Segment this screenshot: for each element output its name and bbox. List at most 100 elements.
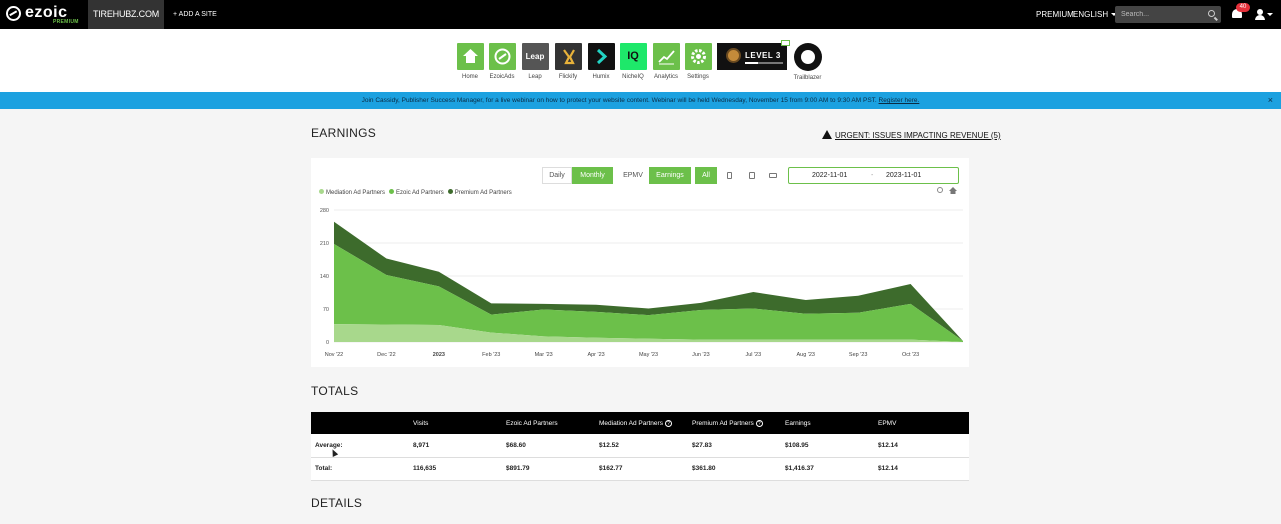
help-icon[interactable]: ?	[664, 419, 672, 427]
x-tick-label: Oct '23	[902, 352, 919, 358]
totals-header-row: Visits Ezoic Ad Partners Mediation Ad Pa…	[311, 412, 969, 434]
level-progress-fill	[745, 62, 759, 64]
webinar-banner: Join Cassidy, Publisher Success Manager,…	[0, 92, 1281, 109]
app-humix[interactable]: Humix	[587, 43, 615, 80]
table-cell: $162.77	[595, 457, 688, 481]
earnings-area-chart: 0 70 140 210 280 Nov '22 Dec '22 2023 Feb '23 Mar…	[320, 208, 963, 358]
earnings-heading: EARNINGS	[311, 126, 377, 140]
y-tick-label: 70	[323, 307, 329, 313]
row-label: Total:	[311, 457, 409, 481]
user-menu-chevron-icon[interactable]	[1267, 13, 1273, 16]
site-tab[interactable]: TIREHUBZ.COM	[88, 0, 164, 29]
analytics-icon	[657, 50, 675, 65]
banner-text: Join Cassidy, Publisher Success Manager,…	[361, 97, 877, 104]
table-cell: $12.14	[874, 457, 969, 481]
toggle-daily[interactable]: Daily	[542, 167, 572, 184]
app-analytics[interactable]: Analytics	[652, 43, 680, 80]
ezoic-logo-icon	[6, 6, 21, 21]
table-cell: $108.95	[781, 434, 874, 458]
table-cell: $12.52	[595, 434, 688, 458]
language-dropdown[interactable]: ENGLISH	[1073, 0, 1118, 29]
add-site-link[interactable]: + ADD A SITE	[173, 0, 217, 29]
legend-dot-icon	[447, 189, 453, 194]
table-cell: $12.14	[874, 434, 969, 458]
header-visits: Visits	[409, 412, 502, 434]
app-ezoicads[interactable]: EzoicAds	[488, 43, 516, 80]
toggle-earnings[interactable]: Earnings	[649, 167, 691, 184]
app-bar: Home EzoicAds Leap Leap Flickify Humix I…	[0, 29, 1281, 92]
app-home[interactable]: Home	[456, 43, 484, 80]
nicheiq-logo: IQ	[627, 50, 639, 62]
app-leap[interactable]: Leap Leap	[521, 43, 549, 80]
humix-icon	[596, 48, 607, 65]
toggle-epmv[interactable]: EPMV	[618, 167, 648, 184]
level-mail-icon[interactable]	[781, 40, 790, 46]
flickify-icon	[562, 49, 575, 65]
app-settings[interactable]: Settings	[684, 43, 712, 80]
toggle-all[interactable]: All	[695, 167, 717, 184]
ezoic-logo[interactable]: ezoic PREMIUM	[6, 3, 78, 25]
legend-dot-icon	[389, 189, 395, 194]
legend-item[interactable]: Mediation Ad Partners	[319, 189, 385, 196]
warning-icon	[822, 130, 832, 139]
mobile-device-icon[interactable]	[727, 172, 732, 179]
table-cell: 8,971	[409, 434, 502, 458]
search-box[interactable]	[1115, 6, 1221, 23]
notification-count-badge: 40	[1236, 3, 1250, 12]
chart-legend: Mediation Ad Partners Ezoic Ad Partners Pr…	[319, 189, 516, 196]
app-trailblazer[interactable]: Trailblazer	[793, 43, 822, 81]
header-earnings: Earnings	[781, 412, 874, 434]
table-cell: 116,635	[409, 457, 502, 481]
help-icon[interactable]: ?	[755, 419, 763, 427]
legend-label: Mediation Ad Partners	[326, 190, 386, 196]
close-icon[interactable]: ×	[1268, 92, 1273, 109]
table-row: Total: 116,635 $891.79 $162.77 $361.80 $…	[311, 457, 969, 481]
legend-item[interactable]: Premium Ad Partners	[447, 189, 512, 196]
level-progress-bar	[745, 62, 783, 64]
x-tick-label: Apr '23	[587, 352, 604, 358]
table-cell: $68.60	[502, 434, 595, 458]
x-tick-label: 2023	[433, 352, 445, 358]
legend-item[interactable]: Ezoic Ad Partners	[389, 189, 444, 196]
earnings-chart-card: Daily Monthly EPMV Earnings All 2022-11-…	[311, 158, 969, 367]
level-medal-icon	[726, 48, 741, 63]
header-ezoic-ad-partners: Ezoic Ad Partners	[502, 412, 595, 434]
x-tick-label: Aug '23	[797, 352, 815, 358]
x-tick-label: Jul '23	[745, 352, 761, 358]
header-premium-ad-partners: Premium Ad Partners?	[688, 412, 781, 434]
ezoicads-icon	[494, 48, 510, 65]
legend-label: Premium Ad Partners	[454, 190, 512, 196]
table-cell: $891.79	[502, 457, 595, 481]
header-mediation-ad-partners: Mediation Ad Partners?	[595, 412, 688, 434]
totals-table: Visits Ezoic Ad Partners Mediation Ad Pa…	[311, 412, 969, 481]
user-avatar-icon[interactable]	[1254, 9, 1266, 21]
language-label: ENGLISH	[1073, 10, 1109, 19]
premium-link[interactable]: PREMIUM	[1036, 0, 1074, 29]
app-nicheiq[interactable]: IQ NicheIQ	[619, 43, 647, 80]
date-range-picker[interactable]: 2022-11-01 - 2023-11-01	[788, 167, 959, 184]
search-icon[interactable]	[1208, 10, 1215, 17]
register-link[interactable]: Register here.	[879, 97, 920, 104]
urgent-issues-link[interactable]: URGENT: ISSUES IMPACTING REVENUE (5)	[822, 130, 1001, 140]
header-epmv: EPMV	[874, 412, 969, 434]
search-input[interactable]	[1121, 6, 1201, 23]
date-to[interactable]: 2023-11-01	[886, 172, 921, 179]
trailblazer-icon	[793, 43, 822, 71]
home-icon	[462, 49, 478, 63]
tablet-device-icon[interactable]	[749, 172, 755, 179]
reset-zoom-home-icon[interactable]	[949, 187, 957, 194]
desktop-device-icon[interactable]	[769, 173, 777, 178]
date-from[interactable]: 2022-11-01	[812, 172, 847, 179]
leap-logo: Leap	[525, 52, 545, 61]
x-tick-label: Mar '23	[535, 352, 553, 358]
y-tick-label: 280	[320, 208, 329, 214]
table-cell: $27.83	[688, 434, 781, 458]
legend-dot-icon	[319, 189, 324, 194]
header-label	[311, 412, 409, 434]
y-tick-label: 140	[320, 274, 329, 280]
toggle-monthly[interactable]: Monthly	[572, 167, 613, 184]
table-cell: $1,416.37	[781, 457, 874, 481]
level-badge[interactable]: LEVEL 3	[717, 43, 787, 70]
app-flickify[interactable]: Flickify	[554, 43, 582, 80]
zoom-icon[interactable]	[937, 187, 943, 193]
